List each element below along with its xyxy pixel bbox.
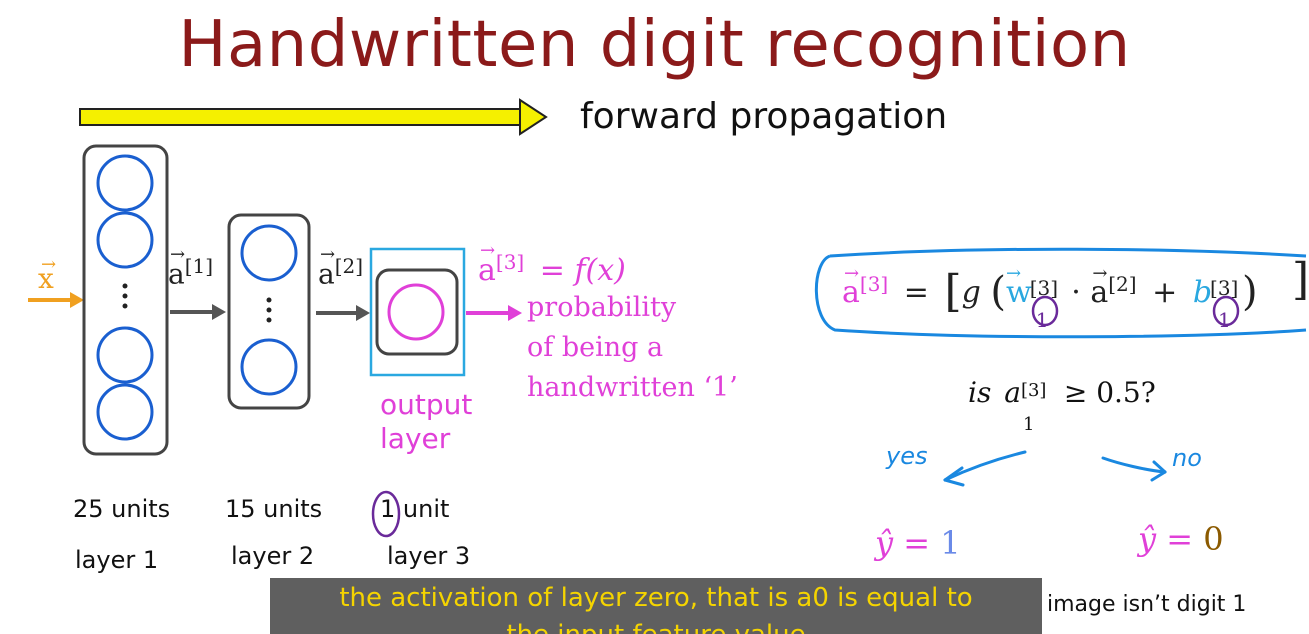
yes-label: yes xyxy=(886,442,928,470)
arrow-l1-l2 xyxy=(170,304,226,320)
layer2-ellipsis xyxy=(266,297,272,323)
no-label: no xyxy=(1172,444,1202,472)
layer3-units: 1 unit xyxy=(380,495,450,523)
output-layer-label: output layer xyxy=(380,388,473,455)
input-arrow xyxy=(28,292,84,308)
layer1-neuron xyxy=(96,383,154,441)
layer1-ellipsis xyxy=(122,283,128,309)
output-neuron xyxy=(387,283,445,341)
layer3-name: layer 3 xyxy=(387,542,471,570)
threshold-question: is a [3] 1 ≥ 0.5? xyxy=(968,376,1156,435)
output-arrow xyxy=(466,305,522,321)
output-equation: → a[3] = f(x) xyxy=(478,240,626,288)
yhat-one: ŷ = 1 xyxy=(875,524,961,562)
layer1-neuron xyxy=(96,154,154,212)
layer1-box xyxy=(82,144,169,456)
layer2-neuron xyxy=(240,224,298,282)
arrow-l2-l3 xyxy=(316,305,370,321)
activation-formula: → a[3] = [g (→ w [3] 1 · → a[2] + b [3] 1) xyxy=(842,263,1258,332)
not-digit-caption: image isn’t digit 1 xyxy=(1047,592,1247,617)
layer1-neuron xyxy=(96,326,154,384)
a2-label: → a[2] xyxy=(318,244,364,291)
input-x-label: → x xyxy=(38,254,57,295)
yhat-zero: ŷ = 0 xyxy=(1138,520,1224,558)
layer2-units: 15 units xyxy=(225,495,323,523)
subtitle-line-1: the activation of layer zero, that is a0… xyxy=(339,583,973,613)
layer1-units: 25 units xyxy=(73,495,171,523)
forward-arrow xyxy=(79,98,548,136)
layer2-neuron xyxy=(240,338,298,396)
subtitle-line-2: the input feature value xyxy=(270,622,1042,634)
layer2-name: layer 2 xyxy=(231,542,315,570)
no-arrow xyxy=(1101,456,1167,482)
probability-description: probability of being a handwritten ‘1’ xyxy=(527,292,738,403)
yes-arrow xyxy=(943,450,1027,487)
output-layer-highlight xyxy=(369,247,466,377)
layer1-name: layer 1 xyxy=(75,546,159,574)
layer1-neuron xyxy=(96,211,154,269)
forward-propagation-label: forward propagation xyxy=(580,96,948,137)
formula-closing-bracket: ] xyxy=(1292,254,1309,305)
a1-label: → a[1] xyxy=(168,244,214,291)
